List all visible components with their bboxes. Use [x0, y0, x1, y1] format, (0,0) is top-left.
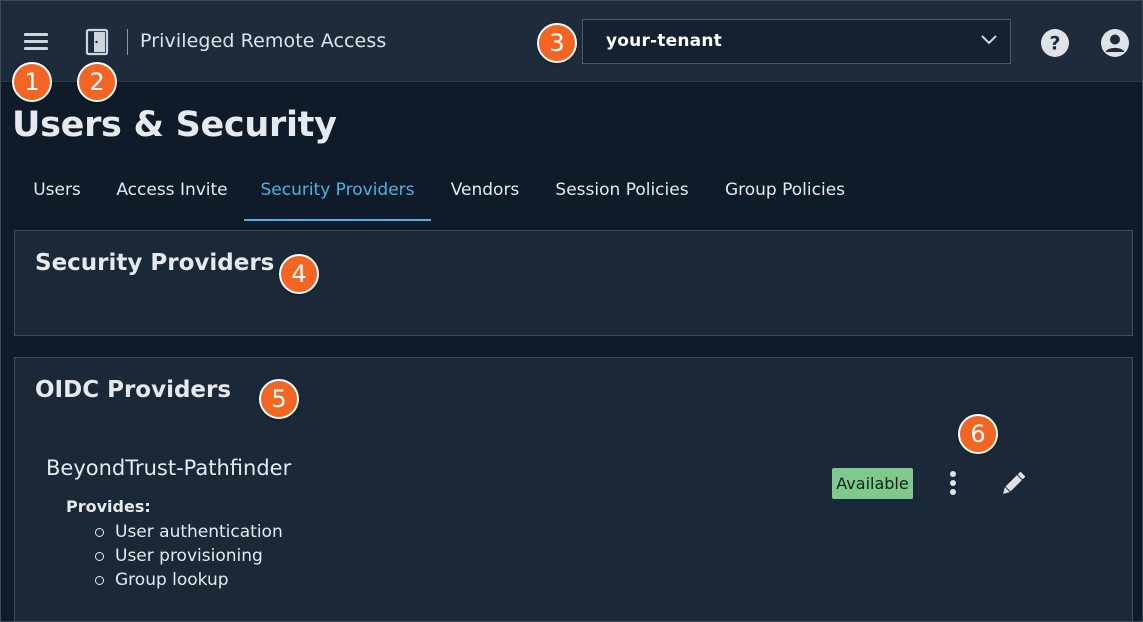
page-title: Users & Security	[12, 105, 337, 145]
tab-group-policies[interactable]: Group Policies	[711, 169, 859, 221]
user-avatar-icon[interactable]	[1100, 28, 1130, 58]
callout-badge-2: 2	[77, 62, 117, 102]
provides-label: Provides:	[66, 497, 151, 516]
provides-list: User authentication User provisioning Gr…	[95, 520, 283, 592]
tab-access-invite[interactable]: Access Invite	[107, 169, 237, 221]
help-circle-icon[interactable]: ?	[1040, 28, 1070, 58]
pencil-icon[interactable]	[997, 468, 1029, 500]
tab-users[interactable]: Users	[14, 169, 100, 221]
callout-badge-1: 1	[12, 62, 52, 102]
list-item: User authentication	[95, 520, 283, 544]
hamburger-menu-icon[interactable]	[21, 29, 51, 55]
callout-badge-4: 4	[279, 254, 319, 294]
oidc-providers-panel: OIDC Providers BeyondTrust-Pathfinder Pr…	[14, 357, 1133, 621]
chevron-down-icon	[981, 35, 997, 45]
security-providers-panel: Security Providers	[14, 230, 1133, 336]
svg-text:?: ?	[1049, 33, 1060, 55]
status-badge: Available	[832, 468, 913, 499]
list-item: Group lookup	[95, 568, 283, 592]
app-window: Privileged Remote Access your-tenant ? 1…	[0, 0, 1143, 622]
tenant-selected-value: your-tenant	[606, 31, 722, 51]
callout-badge-6: 6	[958, 414, 998, 454]
tenant-selector[interactable]: your-tenant	[582, 19, 1011, 64]
kebab-menu-icon[interactable]	[943, 469, 963, 499]
oidc-providers-heading: OIDC Providers	[35, 377, 232, 403]
security-providers-heading: Security Providers	[35, 250, 275, 276]
header-divider	[127, 29, 128, 55]
tab-vendors[interactable]: Vendors	[438, 169, 532, 221]
callout-badge-5: 5	[259, 379, 299, 419]
door-icon[interactable]	[85, 28, 109, 56]
tab-session-policies[interactable]: Session Policies	[540, 169, 704, 221]
product-name: Privileged Remote Access	[140, 30, 387, 52]
list-item: User provisioning	[95, 544, 283, 568]
callout-badge-3: 3	[537, 23, 577, 63]
provider-name: BeyondTrust-Pathfinder	[46, 456, 292, 480]
tab-security-providers[interactable]: Security Providers	[244, 169, 431, 221]
